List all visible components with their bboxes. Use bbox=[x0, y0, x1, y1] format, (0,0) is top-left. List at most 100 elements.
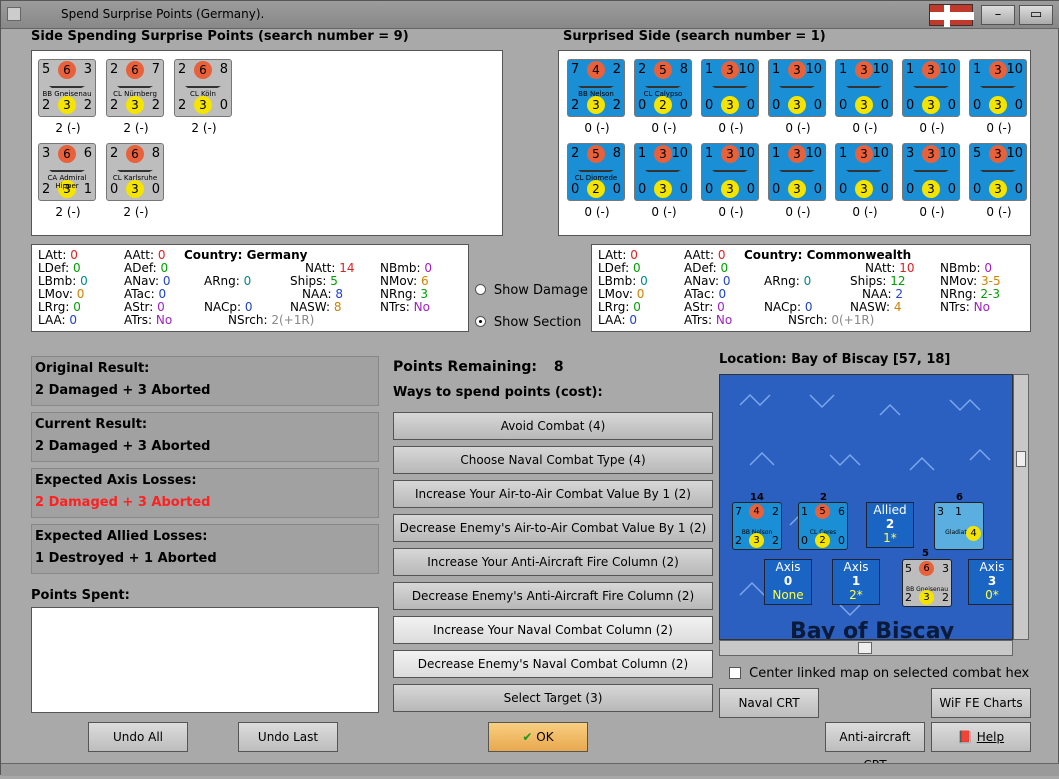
help-book-icon: 📕 bbox=[957, 730, 973, 744]
minimize-button[interactable]: – bbox=[981, 5, 1015, 25]
counter-status: 0 (-) bbox=[785, 121, 811, 135]
help-button[interactable]: 📕 Help bbox=[931, 722, 1031, 752]
map-counter-gneisenau[interactable]: 5 6 3 BB Gneisenau 2 3 2 bbox=[902, 559, 952, 607]
stat-ldef: LDef: 0 bbox=[38, 261, 81, 275]
germany-flag-icon bbox=[929, 4, 974, 27]
right-unit-counter[interactable]: 1 3 10 0 3 0 0 (-) bbox=[902, 59, 960, 135]
counter-value: 3 bbox=[788, 145, 806, 163]
counter-value: 10 bbox=[1006, 146, 1023, 161]
counter-name: BB Gneisenau bbox=[42, 90, 92, 98]
counter-value: 10 bbox=[738, 62, 755, 77]
show-damage-option[interactable]: Show Damage bbox=[475, 283, 588, 298]
right-unit-counter[interactable]: 1 3 10 0 3 0 0 (-) bbox=[634, 143, 692, 219]
left-unit-counter[interactable]: 3 6 6 2 3 1 CA Admiral Hipper 2 (-) bbox=[38, 143, 96, 219]
restore-button[interactable]: ▭ bbox=[1019, 5, 1053, 25]
avoid-combat-button[interactable]: Avoid Combat (4) bbox=[393, 412, 713, 440]
select-target-button[interactable]: Select Target (3) bbox=[393, 684, 713, 712]
show-damage-radio[interactable] bbox=[475, 284, 486, 295]
right-unit-counter[interactable]: 1 3 10 0 3 0 0 (-) bbox=[768, 59, 826, 135]
choose-naval-combat-type-button[interactable]: Choose Naval Combat Type (4) bbox=[393, 446, 713, 474]
axis-summary-box-3[interactable]: Axis 3 0* bbox=[968, 559, 1012, 605]
counter-name: CL Nürnberg bbox=[113, 90, 157, 98]
counter-value: 0 bbox=[746, 182, 755, 197]
map-horizontal-scrollbar[interactable] bbox=[719, 640, 1013, 656]
mini-map[interactable]: 14 7 4 2 BB Nelson 2 3 2 2 1 5 6 CL Cere… bbox=[719, 374, 1013, 640]
left-unit-counter[interactable]: 2 6 8 0 3 0 CL Karlsruhe 2 (-) bbox=[106, 143, 164, 219]
decrease-enemy-aa-fire-button[interactable]: Decrease Enemy's Anti-Aircraft Fire Colu… bbox=[393, 582, 713, 610]
axis-summary-box-1[interactable]: Axis 0 None bbox=[764, 559, 812, 605]
right-unit-counter[interactable]: 2 5 8 0 2 0 CL Calypso 0 (-) bbox=[634, 59, 692, 135]
axis-summary-box-2[interactable]: Axis 1 2* bbox=[832, 559, 880, 605]
stat-astr: AStr: 0 bbox=[684, 300, 725, 314]
naval-crt-button[interactable]: Naval CRT bbox=[719, 688, 819, 718]
wif-charts-button[interactable]: WiF FE Charts bbox=[931, 688, 1031, 718]
map-counter-gladiator[interactable]: 3 1 Gladiator 4 bbox=[934, 502, 984, 550]
country-label: Country: Commonwealth bbox=[744, 248, 912, 262]
ship-silhouette-icon bbox=[185, 86, 221, 88]
counter-status: 0 (-) bbox=[718, 205, 744, 219]
counter-value: 0 bbox=[947, 98, 956, 113]
counter-value: 6 bbox=[126, 145, 144, 163]
counter-status: 0 (-) bbox=[584, 121, 610, 135]
original-result-title: Original Result: bbox=[35, 361, 150, 376]
left-unit-counter[interactable]: 5 6 3 2 3 2 BB Gneisenau 2 (-) bbox=[38, 59, 96, 135]
counter-value: 0 bbox=[679, 182, 688, 197]
right-unit-counter[interactable]: 1 3 10 0 3 0 0 (-) bbox=[835, 143, 893, 219]
right-unit-counter[interactable]: 5 3 10 0 3 0 0 (-) bbox=[969, 143, 1027, 219]
map-hscroll-thumb[interactable] bbox=[858, 642, 872, 654]
left-unit-counter[interactable]: 2 6 7 2 3 2 CL Nürnberg 2 (-) bbox=[106, 59, 164, 135]
points-remaining: Points Remaining: 8 bbox=[393, 359, 564, 375]
ok-button[interactable]: ✔ OK bbox=[488, 722, 588, 752]
right-unit-counter[interactable]: 1 3 10 0 3 0 0 (-) bbox=[701, 59, 759, 135]
right-unit-counter[interactable]: 7 4 2 2 3 2 BB Nelson 0 (-) bbox=[567, 59, 625, 135]
right-unit-counter[interactable]: 3 3 10 0 3 0 0 (-) bbox=[902, 143, 960, 219]
increase-naval-combat-button[interactable]: Increase Your Naval Combat Column (2) bbox=[393, 616, 713, 644]
stat-ntrs: NTrs: No bbox=[940, 300, 990, 314]
points-spent-list[interactable] bbox=[31, 607, 379, 713]
stat-anav: ANav: 0 bbox=[684, 274, 731, 288]
stack-count-gneisenau: 5 bbox=[922, 548, 929, 559]
map-counter-ceres[interactable]: 1 5 6 CL Ceres 0 2 0 bbox=[798, 502, 848, 550]
stat-nrng: NRng: 2-3 bbox=[940, 287, 1001, 301]
decrease-enemy-naval-combat-button[interactable]: Decrease Enemy's Naval Combat Column (2) bbox=[393, 650, 713, 678]
aa-crt-button[interactable]: Anti-aircraft CRT bbox=[825, 722, 925, 772]
stat-atrs: ATrs: No bbox=[124, 313, 173, 327]
counter-value: 1 bbox=[772, 146, 781, 161]
right-unit-counter[interactable]: 1 3 10 0 3 0 0 (-) bbox=[835, 59, 893, 135]
show-section-radio[interactable] bbox=[475, 316, 486, 327]
center-linked-option[interactable]: Center linked map on selected combat hex bbox=[729, 666, 1029, 681]
undo-last-button[interactable]: Undo Last bbox=[238, 722, 338, 752]
counter-value: 3 bbox=[721, 96, 739, 114]
allied-summary-box[interactable]: Allied 2 1* bbox=[866, 502, 914, 548]
center-linked-checkbox[interactable] bbox=[729, 667, 741, 679]
right-unit-counter[interactable]: 1 3 10 0 3 0 0 (-) bbox=[701, 143, 759, 219]
map-vscroll-thumb[interactable] bbox=[1016, 451, 1026, 467]
right-unit-counter[interactable]: 1 3 10 0 3 0 0 (-) bbox=[969, 59, 1027, 135]
counter-status: 2 (-) bbox=[55, 121, 81, 135]
counter-value: 3 bbox=[654, 145, 672, 163]
right-unit-counter[interactable]: 1 3 10 0 3 0 0 (-) bbox=[768, 143, 826, 219]
counter-status: 0 (-) bbox=[986, 205, 1012, 219]
counter-value: 3 bbox=[855, 96, 873, 114]
counter-value: 8 bbox=[151, 146, 160, 161]
counter-value: 10 bbox=[939, 146, 956, 161]
counter-value: 1 bbox=[705, 146, 714, 161]
stat-atrs: ATrs: No bbox=[684, 313, 733, 327]
left-unit-counter[interactable]: 2 6 8 2 3 0 CL Köln 2 (-) bbox=[174, 59, 232, 135]
increase-aa-fire-button[interactable]: Increase Your Anti-Aircraft Fire Column … bbox=[393, 548, 713, 576]
counter-value: 10 bbox=[738, 146, 755, 161]
stat-astr: AStr: 0 bbox=[124, 300, 165, 314]
increase-air-to-air-button[interactable]: Increase Your Air-to-Air Combat Value By… bbox=[393, 480, 713, 508]
counter-status: 0 (-) bbox=[651, 121, 677, 135]
map-counter-nelson[interactable]: 7 4 2 BB Nelson 2 3 2 bbox=[732, 502, 782, 550]
counter-value: 0 bbox=[880, 98, 889, 113]
undo-all-button[interactable]: Undo All bbox=[88, 722, 188, 752]
counter-value: 0 bbox=[772, 182, 781, 197]
decrease-enemy-air-to-air-button[interactable]: Decrease Enemy's Air-to-Air Combat Value… bbox=[393, 514, 713, 542]
map-vertical-scrollbar[interactable] bbox=[1013, 374, 1029, 640]
show-section-option[interactable]: Show Section bbox=[475, 315, 581, 330]
counter-value: 4 bbox=[587, 61, 605, 79]
right-unit-counter[interactable]: 2 5 8 0 2 0 CL Diomede 0 (-) bbox=[567, 143, 625, 219]
stat-nbmb: NBmb: 0 bbox=[380, 261, 433, 275]
counter-value: 6 bbox=[126, 61, 144, 79]
